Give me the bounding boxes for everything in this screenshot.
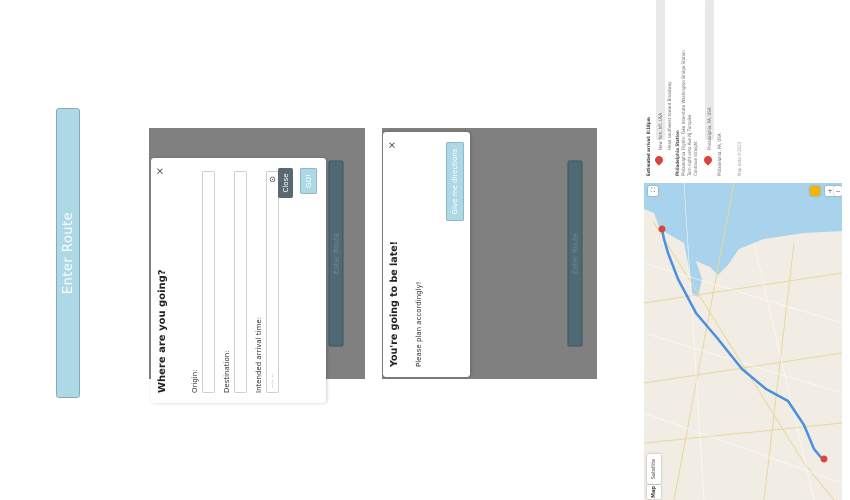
close-icon[interactable]: × [387, 141, 398, 149]
origin-input[interactable] [202, 171, 215, 393]
route-modal: Where are you going? × Origin: Destinati… [151, 158, 326, 403]
step: Philadelphia Flights: Take Interstate Wa… [681, 50, 686, 176]
pegman-icon[interactable] [810, 186, 820, 196]
destination-label: Destination: [223, 350, 231, 393]
step: Philadelphia, PA, USA [717, 133, 722, 176]
arrival-summary: Estimated arrival: 8:18pm [646, 117, 651, 176]
enter-route-button-dimmed: Enter Route [328, 160, 344, 347]
step: Head southwest toward Broadway [667, 81, 672, 150]
origin-pin-icon [658, 225, 666, 233]
water-area [644, 183, 842, 275]
map-footer: Map data ©2023 [737, 141, 742, 176]
map-canvas [644, 183, 842, 500]
route-map[interactable]: ⛶ + − Satellite Map [644, 183, 842, 500]
origin-pin-icon [653, 154, 665, 166]
zoom-out-button[interactable]: − [834, 186, 842, 196]
fullscreen-icon[interactable]: ⛶ [648, 186, 658, 196]
modal-title: Where are you going? [157, 269, 168, 393]
map-mode-toggle[interactable]: Map [647, 485, 661, 499]
enter-route-button-dimmed: Enter Route [567, 160, 583, 347]
close-button[interactable]: Close [278, 168, 293, 198]
directions-panel: Estimated arrival: 8:18pm New York, NY, … [644, 0, 850, 180]
late-modal: You're going to be late! × Please plan a… [383, 132, 470, 377]
step: Turn right onto Ave NJ Turnpike [687, 114, 692, 176]
destination-pin-icon [702, 154, 714, 166]
map-label: Map [651, 486, 657, 498]
origin-label: Origin: [191, 369, 199, 393]
modal-title: You're going to be late! [389, 240, 400, 367]
origin-address: New York, NY, USA [658, 112, 663, 150]
give-directions-button[interactable]: Give me directions [446, 142, 464, 221]
arrival-time-input[interactable]: --:-- -- ⊙ [266, 171, 279, 393]
arrival-time-placeholder: --:-- -- [269, 373, 276, 388]
destination-input[interactable] [234, 171, 247, 393]
arrival-time-label: Intended arrival time: [255, 316, 263, 393]
satellite-label: Satellite [651, 458, 658, 480]
go-button[interactable]: GO! [300, 168, 317, 194]
modal-body: Please plan accordingly! [415, 281, 423, 367]
enter-route-button[interactable]: Enter Route [56, 108, 80, 398]
close-icon[interactable]: × [155, 167, 166, 175]
transit-heading: Philadelphia Station [675, 130, 680, 176]
route-line [660, 228, 825, 462]
destination-address: Philadelphia, PA, USA [707, 107, 712, 150]
satellite-toggle[interactable]: Satellite [647, 454, 661, 484]
destination-pin-icon [820, 455, 828, 463]
step: Continue straight [693, 141, 698, 176]
clock-icon[interactable]: ⊙ [268, 176, 277, 183]
